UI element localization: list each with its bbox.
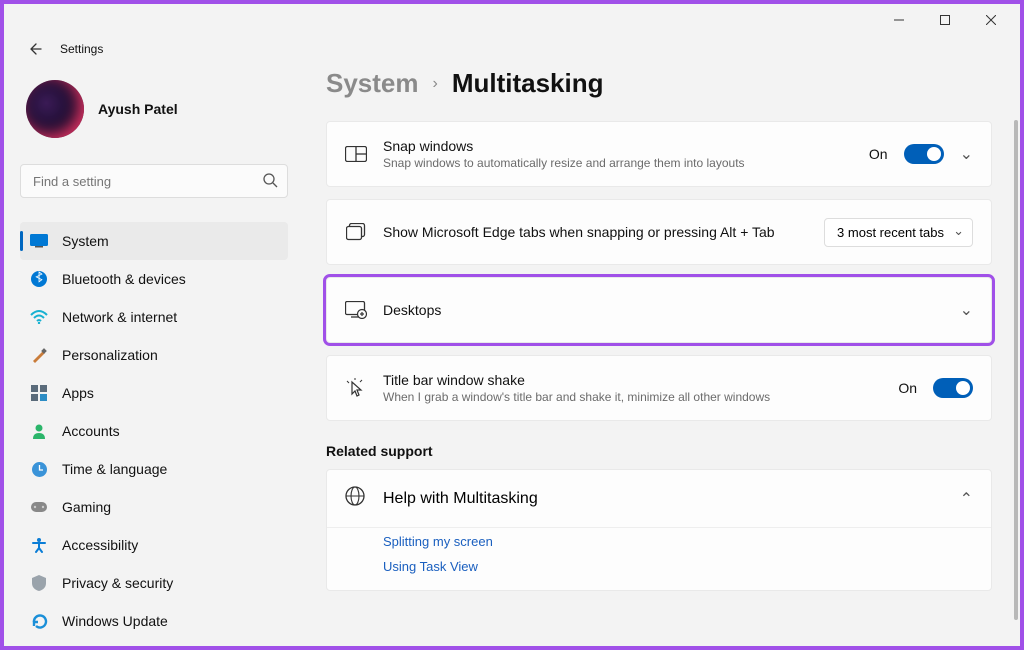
sidebar-item-label: Privacy & security xyxy=(62,575,173,591)
gaming-icon xyxy=(30,498,48,516)
sidebar-item-accounts[interactable]: Accounts xyxy=(20,412,288,450)
minimize-button[interactable] xyxy=(876,4,922,36)
cursor-shake-icon xyxy=(345,377,367,399)
setting-subtitle: When I grab a window's title bar and sha… xyxy=(383,390,882,404)
setting-title: Snap windows xyxy=(383,138,853,154)
app-title: Settings xyxy=(60,42,103,56)
profile[interactable]: Ayush Patel xyxy=(20,70,288,144)
brush-icon xyxy=(30,346,48,364)
tabs-icon xyxy=(345,221,367,243)
setting-desktops[interactable]: Desktops ⌄ xyxy=(326,277,992,343)
breadcrumb-parent[interactable]: System xyxy=(326,68,419,99)
setting-subtitle: Snap windows to automatically resize and… xyxy=(383,156,853,170)
sidebar-item-privacy[interactable]: Privacy & security xyxy=(20,564,288,602)
snap-toggle[interactable] xyxy=(904,144,944,164)
back-button[interactable] xyxy=(24,39,44,59)
search-input[interactable] xyxy=(20,164,288,198)
globe-clock-icon xyxy=(30,460,48,478)
desktops-icon xyxy=(345,299,367,321)
wifi-icon xyxy=(30,308,48,326)
apps-icon xyxy=(30,384,48,402)
sidebar-item-label: Apps xyxy=(62,385,94,401)
sidebar-item-label: Time & language xyxy=(62,461,167,477)
breadcrumb: System › Multitasking xyxy=(326,68,992,99)
sidebar-item-personalization[interactable]: Personalization xyxy=(20,336,288,374)
sidebar-nav: System Bluetooth & devices Network & int… xyxy=(20,222,288,640)
shield-icon xyxy=(30,574,48,592)
scrollbar[interactable] xyxy=(1014,120,1018,620)
setting-title: Title bar window shake xyxy=(383,372,882,388)
page-title: Multitasking xyxy=(452,68,604,99)
help-link-splitting[interactable]: Splitting my screen xyxy=(383,534,973,549)
bluetooth-icon xyxy=(30,270,48,288)
sidebar-item-label: Accounts xyxy=(62,423,120,439)
help-link-task-view[interactable]: Using Task View xyxy=(383,559,973,574)
toggle-state-label: On xyxy=(869,146,888,162)
sidebar-item-label: System xyxy=(62,233,109,249)
chevron-down-icon[interactable]: ⌄ xyxy=(960,144,973,164)
close-button[interactable] xyxy=(968,4,1014,36)
sidebar-item-system[interactable]: System xyxy=(20,222,288,260)
setting-title: Show Microsoft Edge tabs when snapping o… xyxy=(383,224,808,240)
chevron-down-icon[interactable]: ⌄ xyxy=(960,300,973,320)
help-title: Help with Multitasking xyxy=(383,490,944,508)
sidebar-item-bluetooth[interactable]: Bluetooth & devices xyxy=(20,260,288,298)
sidebar-item-label: Accessibility xyxy=(62,537,138,553)
accessibility-icon xyxy=(30,536,48,554)
help-header[interactable]: Help with Multitasking ⌃ xyxy=(327,470,991,527)
sidebar-item-label: Network & internet xyxy=(62,309,177,325)
sidebar-item-label: Gaming xyxy=(62,499,111,515)
related-support-heading: Related support xyxy=(326,443,992,459)
maximize-button[interactable] xyxy=(922,4,968,36)
avatar xyxy=(26,80,84,138)
profile-name: Ayush Patel xyxy=(98,101,178,117)
display-icon xyxy=(30,232,48,250)
sidebar-item-network[interactable]: Network & internet xyxy=(20,298,288,336)
search-container xyxy=(20,164,288,198)
sidebar-item-gaming[interactable]: Gaming xyxy=(20,488,288,526)
update-icon xyxy=(30,612,48,630)
setting-snap-windows[interactable]: Snap windows Snap windows to automatical… xyxy=(326,121,992,187)
setting-title-bar-shake[interactable]: Title bar window shake When I grab a win… xyxy=(326,355,992,421)
search-icon xyxy=(262,172,278,193)
globe-help-icon xyxy=(345,486,367,511)
person-icon xyxy=(30,422,48,440)
sidebar-item-label: Personalization xyxy=(62,347,158,363)
sidebar-item-time-language[interactable]: Time & language xyxy=(20,450,288,488)
help-card: Help with Multitasking ⌃ Splitting my sc… xyxy=(326,469,992,591)
setting-title: Desktops xyxy=(383,302,944,318)
sidebar-item-label: Bluetooth & devices xyxy=(62,271,186,287)
sidebar-item-apps[interactable]: Apps xyxy=(20,374,288,412)
sidebar-item-label: Windows Update xyxy=(62,613,168,629)
chevron-right-icon: › xyxy=(433,75,438,93)
chevron-up-icon[interactable]: ⌃ xyxy=(960,489,973,509)
snap-layout-icon xyxy=(345,143,367,165)
sidebar-item-accessibility[interactable]: Accessibility xyxy=(20,526,288,564)
toggle-state-label: On xyxy=(898,380,917,396)
edge-tabs-select[interactable]: 3 most recent tabs xyxy=(824,218,973,247)
setting-edge-tabs[interactable]: Show Microsoft Edge tabs when snapping o… xyxy=(326,199,992,265)
shake-toggle[interactable] xyxy=(933,378,973,398)
sidebar-item-windows-update[interactable]: Windows Update xyxy=(20,602,288,640)
